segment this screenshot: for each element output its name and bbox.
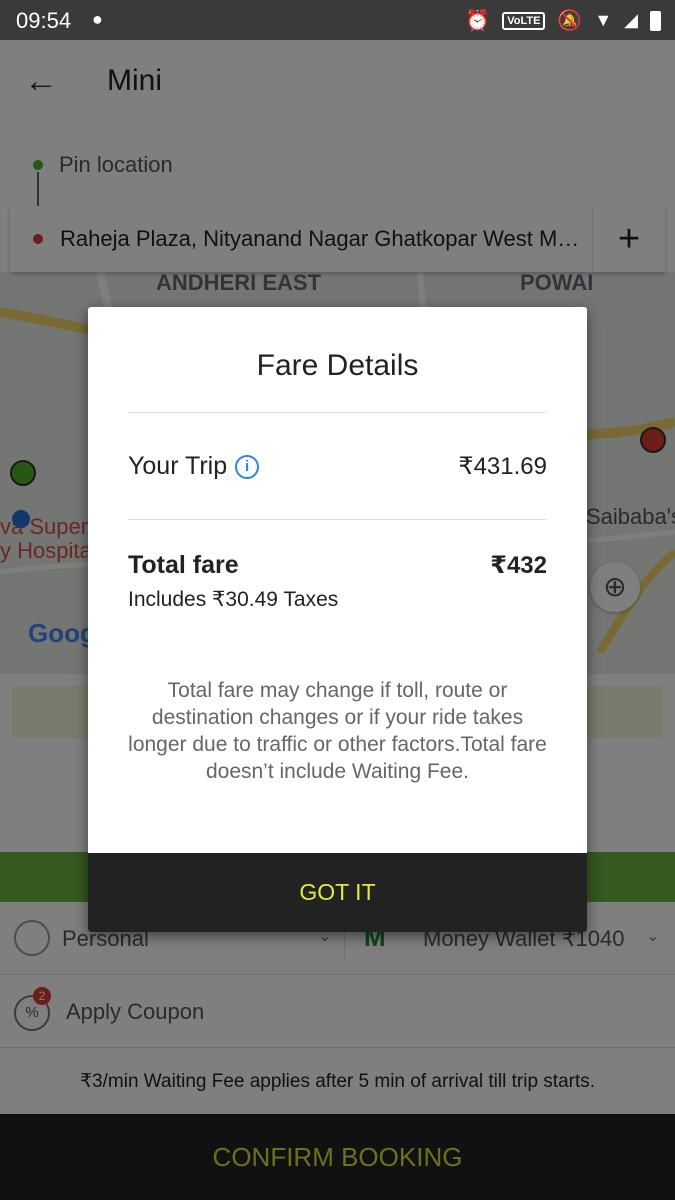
volte-badge: VoLTE (502, 11, 546, 30)
status-icons: ⏰ VoLTE 🔕 ▼ ◢ (465, 8, 661, 33)
wifi-icon: ▼ (594, 10, 613, 30)
divider (128, 412, 547, 413)
taxes-note: Includes ₹30.49 Taxes (128, 588, 339, 611)
trip-label: Your Trip i (128, 452, 260, 481)
status-time: 09:54 (16, 8, 72, 33)
fare-disclaimer: Total fare may change if toll, route or … (128, 679, 547, 783)
alarm-icon: ⏰ (465, 10, 491, 32)
fare-details-dialog: Fare Details Your Trip i ₹431.69 Total fa… (88, 307, 587, 932)
total-fare-label: Total fare (128, 551, 239, 579)
total-fare-value: ₹432 (490, 552, 547, 579)
divider (128, 519, 547, 520)
status-bar: 09:54 ● ⏰ VoLTE 🔕 ▼ ◢ (0, 0, 675, 40)
trip-value: ₹431.69 (458, 453, 547, 480)
got-it-button[interactable]: GOT IT (88, 853, 587, 932)
info-icon[interactable]: i (235, 455, 260, 480)
dialog-title: Fare Details (256, 349, 419, 382)
trip-label-text: Your Trip (128, 452, 228, 480)
battery-icon (650, 10, 661, 31)
mute-icon: 🔕 (557, 10, 583, 32)
location-icon: ● (92, 9, 103, 29)
signal-icon: ◢ (624, 10, 638, 30)
